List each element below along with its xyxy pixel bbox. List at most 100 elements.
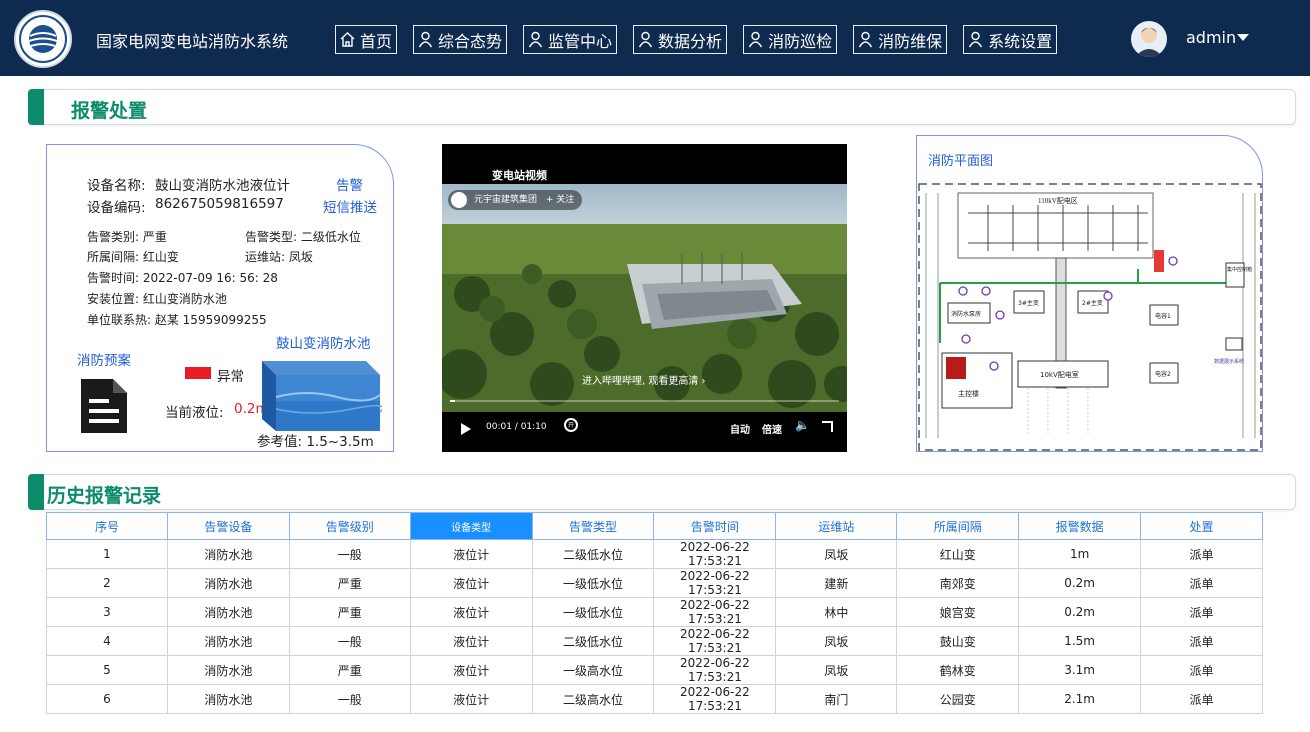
device-name-label: 设备名称: [87,178,146,194]
table-cell: 一级低水位 [531,597,655,627]
table-row[interactable]: 2 消防水池 严重 液位计 一级低水位 2022-06-22 17:53:21 建新 南郊变 0… [46,568,1263,598]
sms-push-link[interactable]: 短信推送 [323,196,377,216]
fire-floor-plan-card: 消防平面图 110kV配电区 3#主变 2#主变 消防水泵房 集中控制箱 电容1… [916,135,1263,452]
table-cell: 4 [46,626,168,656]
playback-speed-button[interactable]: 倍速 [762,421,782,436]
table-row[interactable]: 4 消防水池 一般 液位计 二级低水位 2022-06-22 17:53:21 凤坂 鼓山变 1… [46,626,1263,656]
column-header[interactable]: 告警级别 [288,512,411,540]
dispatch-action[interactable]: 派单 [1140,626,1263,656]
video-hd-tip[interactable]: 进入哔哩哔哩, 观看更高清 › [582,372,706,387]
user-icon [418,31,433,48]
nav-home[interactable]: 首页 [335,25,398,54]
channel-name: 元宇宙建筑集团 [474,195,538,205]
nav-label: 监管中心 [548,31,613,51]
video-progress-fill [450,400,456,402]
loop-toggle-icon[interactable]: 开 [564,418,578,432]
follow-button[interactable]: + 关注 [546,195,574,205]
column-header[interactable]: 告警时间 [653,512,777,540]
nav-label: 消防维保 [878,31,943,51]
table-cell: 严重 [288,597,411,627]
column-header[interactable]: 序号 [46,512,168,540]
device-info-card: 设备名称: 鼓山变消防水池液位计 告警 设备编码: 86267505981659… [46,144,394,452]
fullscreen-icon[interactable] [822,421,833,432]
nav-label: 综合态势 [438,31,503,51]
section-accent-bar [28,474,44,510]
section-accent-bar [28,89,44,125]
nav-data-analysis[interactable]: 数据分析 [633,25,728,54]
top-header: 国家电网变电站消防水系统 首页 综合态势 监管中心 数据分析 消防巡检 消防维保 [0,0,1310,76]
plan-label-cap1: 电容1 [1155,312,1171,320]
column-header[interactable]: 报警数据 [1018,512,1142,540]
reference-value: 参考值: 1.5~3.5m [257,434,374,450]
column-header[interactable]: 设备类型 [409,512,533,540]
document-icon[interactable] [79,377,129,435]
table-cell: 液位计 [409,655,533,685]
alarm-link[interactable]: 告警 [336,174,363,194]
install-location: 安装位置: 红山变消防水池 [87,292,227,306]
column-header[interactable]: 所属间隔 [896,512,1020,540]
play-icon[interactable] [461,423,471,435]
table-cell: 鹤林变 [896,655,1020,685]
dispatch-action[interactable]: 派单 [1140,568,1263,598]
table-cell: 一级高水位 [531,655,655,685]
substation-video-player[interactable]: 变电站视频 元宇宙建筑集团 + 关注 进入哔哩哔哩, 观看更高清 › 00:01… [442,144,847,452]
table-cell: 0.2m [1018,597,1142,627]
user-icon [968,31,983,48]
column-header[interactable]: 运维站 [775,512,898,540]
table-cell: 严重 [288,655,411,685]
alarm-section-title: 报警处置 [71,100,148,122]
volume-icon[interactable]: 🔈 [795,418,810,432]
alarm-section-header: 报警处置 [28,89,1296,125]
dispatch-action[interactable]: 派单 [1140,597,1263,627]
column-header[interactable]: 告警设备 [166,512,290,540]
chevron-down-icon[interactable] [1237,34,1249,41]
quality-auto-button[interactable]: 自动 [730,421,750,436]
table-cell: 一般 [288,684,411,714]
fire-plan-link[interactable]: 消防预案 [77,349,131,369]
table-cell: 一级低水位 [531,568,655,598]
user-icon [528,31,543,48]
table-cell: 2022-06-22 17:53:21 [653,684,777,714]
nav-monitor-center[interactable]: 监管中心 [523,25,618,54]
column-header[interactable]: 处置 [1140,512,1263,540]
dispatch-action[interactable]: 派单 [1140,539,1263,569]
state-grid-logo [14,10,72,68]
table-cell: 二级低水位 [531,539,655,569]
nav-fire-maintenance[interactable]: 消防维保 [853,25,948,54]
table-row[interactable]: 6 消防水池 一般 液位计 二级高水位 2022-06-22 17:53:21 南门 公园变 2… [46,684,1263,714]
table-row[interactable]: 5 消防水池 严重 液位计 一级高水位 2022-06-22 17:53:21 凤坂 鹤林变 3… [46,655,1263,685]
user-name[interactable]: admin [1186,28,1236,47]
table-body: 1 消防水池 一般 液位计 二级低水位 2022-06-22 17:53:21 凤坂 红山变 1… [46,539,1263,714]
table-cell: 南门 [775,684,898,714]
water-tank-graphic [262,357,384,431]
table-cell: 凤坂 [775,539,898,569]
table-cell: 南郊变 [896,568,1020,598]
table-cell: 2022-06-22 17:53:21 [653,655,777,685]
contact: 单位联系热: 赵某 15959099255 [87,313,267,327]
nav-overview[interactable]: 综合态势 [413,25,508,54]
channel-logo-icon [451,192,467,208]
plan-label-main-building: 主控楼 [958,389,979,398]
alarm-category: 告警类别: 严重 [87,230,167,244]
dispatch-action[interactable]: 派单 [1140,655,1263,685]
device-code-value: 862675059816597 [155,196,284,212]
table-cell: 3.1m [1018,655,1142,685]
table-row[interactable]: 1 消防水池 一般 液位计 二级低水位 2022-06-22 17:53:21 凤坂 红山变 1… [46,539,1263,569]
avatar[interactable] [1131,21,1167,57]
nav-fire-inspection[interactable]: 消防巡检 [743,25,838,54]
table-row[interactable]: 3 消防水池 严重 液位计 一级低水位 2022-06-22 17:53:21 林中 娘宫变 0… [46,597,1263,627]
plan-label-pump-room: 消防水泵房 [951,310,981,318]
channel-badge[interactable]: 元宇宙建筑集团 + 关注 [448,190,583,210]
video-progress-bar[interactable] [450,400,839,402]
nav-system-settings[interactable]: 系统设置 [963,25,1058,54]
table-cell: 2022-06-22 17:53:21 [653,597,777,627]
table-cell: 消防水池 [166,568,290,598]
plan-label-display: 数据展示系统 [1214,358,1244,365]
table-cell: 凤坂 [775,655,898,685]
level-label: 当前液位: [165,405,224,421]
dispatch-action[interactable]: 派单 [1140,684,1263,714]
table-cell: 消防水池 [166,655,290,685]
table-cell: 2.1m [1018,684,1142,714]
column-header[interactable]: 告警类型 [531,512,655,540]
bay: 所属间隔: 红山变 [87,250,179,264]
